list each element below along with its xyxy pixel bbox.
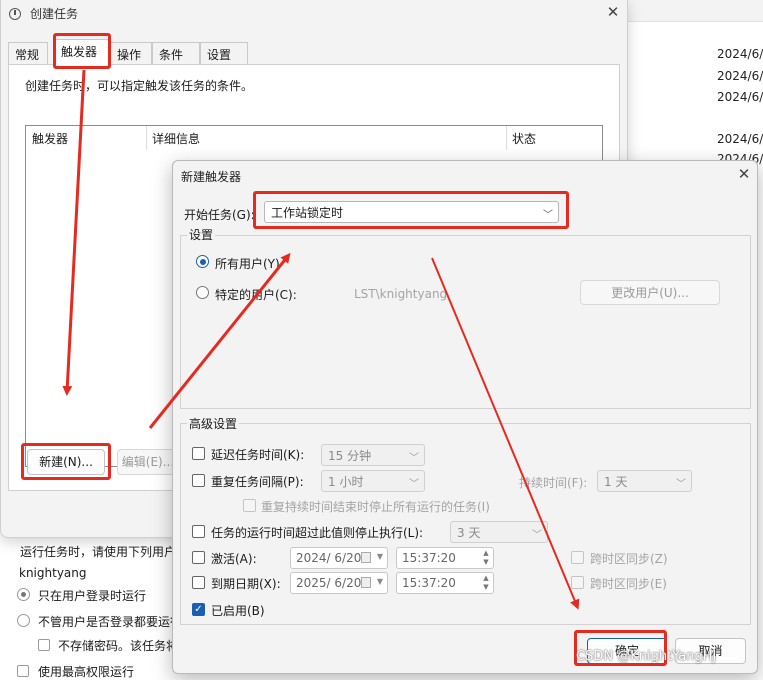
arrow-tab-to-new-button bbox=[62, 69, 86, 396]
watermark: CSDN @KnightYangHJ bbox=[576, 649, 717, 664]
arrow-new-button-to-begin-task bbox=[148, 252, 291, 429]
annotation-arrows bbox=[62, 69, 580, 610]
arrow-begin-task-to-ok bbox=[431, 257, 580, 610]
